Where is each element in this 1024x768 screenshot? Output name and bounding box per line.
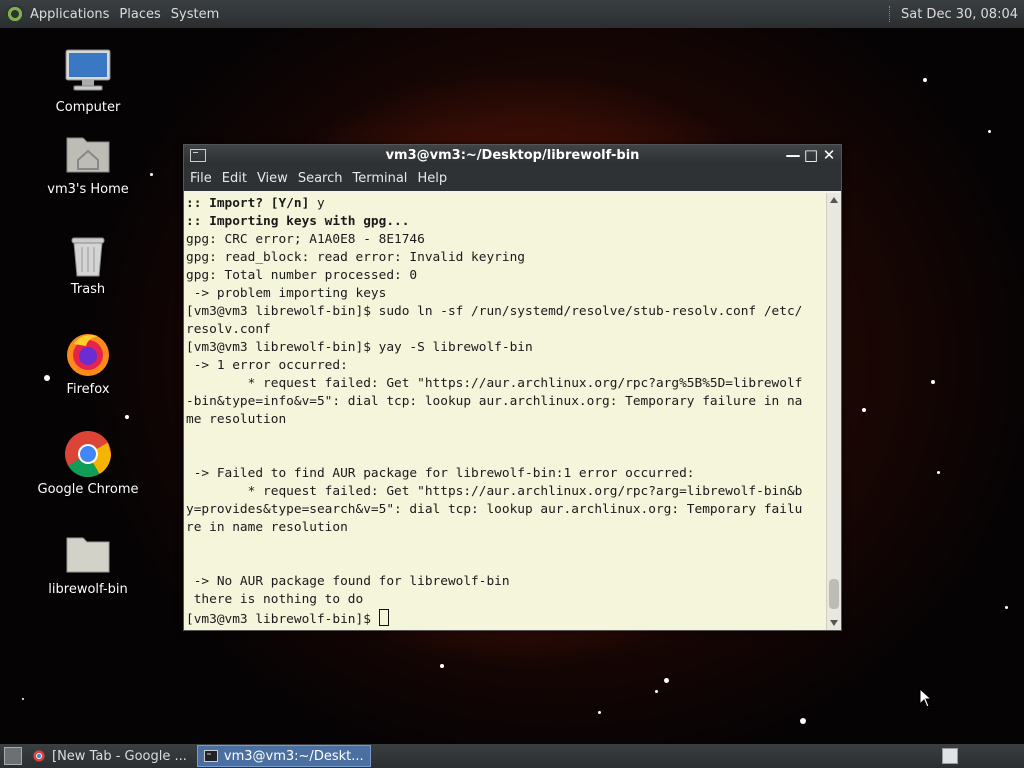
desktop-icon-label: Computer: [55, 100, 121, 115]
menu-terminal[interactable]: Terminal: [347, 171, 412, 186]
terminal-line: gpg: read_block: read error: Invalid key…: [186, 250, 525, 265]
terminal-window[interactable]: vm3@vm3:~/Desktop/librewolf-bin — □ ✕ Fi…: [183, 144, 842, 631]
menu-help[interactable]: Help: [412, 171, 452, 186]
terminal-line: -> Failed to find AUR package for librew…: [186, 466, 695, 481]
star: [150, 173, 153, 176]
menu-file[interactable]: File: [184, 171, 217, 186]
terminal-line: -> No AUR package found for librewolf-bi…: [186, 574, 510, 589]
terminal-line: [vm3@vm3 librewolf-bin]$ yay -S librewol…: [186, 340, 533, 355]
terminal-line: :: Importing keys with gpg...: [186, 214, 410, 229]
mouse-pointer-icon: [919, 688, 933, 708]
desktop-icon-computer[interactable]: Computer: [33, 48, 143, 115]
terminal-icon: [203, 750, 218, 762]
terminal-line: [vm3@vm3 librewolf-bin]$: [186, 609, 389, 627]
terminal-scrollbar[interactable]: [826, 193, 841, 630]
menu-system[interactable]: System: [171, 7, 219, 22]
desktop-icon-chrome[interactable]: Google Chrome: [33, 430, 143, 497]
close-button[interactable]: ✕: [821, 147, 837, 163]
chrome-icon: [64, 430, 112, 478]
desktop-icon-home[interactable]: vm3's Home: [33, 130, 143, 197]
desktop-icon-label: vm3's Home: [47, 182, 129, 197]
terminal-line: :: Import? [Y/n] y: [186, 196, 325, 211]
desktop-icon-librewolf-folder[interactable]: librewolf-bin: [33, 530, 143, 597]
star: [664, 678, 669, 683]
menu-edit[interactable]: Edit: [217, 171, 252, 186]
terminal-line: * request failed: Get "https://aur.archl…: [186, 484, 803, 499]
star: [22, 698, 24, 700]
folder-icon: [64, 530, 112, 578]
distro-logo-icon[interactable]: [6, 5, 24, 23]
minimize-button[interactable]: —: [785, 147, 801, 163]
terminal-line: [vm3@vm3 librewolf-bin]$ sudo ln -sf /ru…: [186, 304, 803, 319]
terminal-line: resolv.conf: [186, 322, 271, 337]
desktop-icon-label: Firefox: [66, 382, 110, 397]
star: [923, 78, 927, 82]
computer-icon: [64, 48, 112, 96]
star: [125, 415, 129, 419]
maximize-button[interactable]: □: [803, 147, 819, 163]
chrome-icon: [33, 750, 45, 762]
star: [931, 380, 935, 384]
taskbar-item-terminal[interactable]: vm3@vm3:~/Deskt...: [196, 745, 371, 767]
desktop-icon-label: Google Chrome: [37, 482, 139, 497]
terminal-cursor: [378, 609, 389, 626]
desktop-icon-trash[interactable]: Trash: [33, 230, 143, 297]
star: [862, 408, 866, 412]
star: [800, 718, 806, 724]
firefox-icon: [64, 330, 112, 378]
desktop-icon-label: librewolf-bin: [48, 582, 128, 597]
panel-grip: [888, 6, 893, 22]
menu-applications[interactable]: Applications: [30, 7, 109, 22]
taskbar-item-label: [New Tab - Google ...: [52, 748, 187, 764]
top-panel: Applications Places System Sat Dec 30, 0…: [0, 0, 1024, 28]
terminal-line: re in name resolution: [186, 520, 348, 535]
workspace-switcher[interactable]: [942, 748, 958, 764]
terminal-text: :: Import? [Y/n] y :: Importing keys wit…: [184, 193, 827, 629]
home-folder-icon: [64, 130, 112, 178]
scroll-down-arrow-icon[interactable]: [830, 620, 838, 626]
terminal-line: -> 1 error occurred:: [186, 358, 348, 373]
star: [988, 130, 991, 133]
star: [937, 471, 940, 474]
terminal-line: gpg: CRC error; A1A0E8 - 8E1746: [186, 232, 425, 247]
terminal-line: gpg: Total number processed: 0: [186, 268, 418, 283]
clock[interactable]: Sat Dec 30, 08:04: [901, 7, 1018, 22]
terminal-line: y=provides&type=search&v=5": dial tcp: l…: [186, 502, 803, 517]
desktop-icon-label: Trash: [70, 282, 106, 297]
desktop-icon-firefox[interactable]: Firefox: [33, 330, 143, 397]
terminal-titlebar[interactable]: vm3@vm3:~/Desktop/librewolf-bin — □ ✕: [184, 145, 841, 165]
terminal-line: me resolution: [186, 412, 287, 427]
star: [598, 711, 601, 714]
trash-icon: [64, 230, 112, 278]
terminal-output[interactable]: :: Import? [Y/n] y :: Importing keys wit…: [184, 193, 827, 630]
window-title: vm3@vm3:~/Desktop/librewolf-bin: [385, 147, 640, 163]
menu-view[interactable]: View: [252, 171, 293, 186]
taskbar-item-chrome[interactable]: [New Tab - Google ...: [26, 745, 193, 767]
menu-search[interactable]: Search: [293, 171, 348, 186]
bottom-panel: [New Tab - Google ... vm3@vm3:~/Deskt...: [0, 744, 1024, 768]
taskbar-item-label: vm3@vm3:~/Deskt...: [223, 748, 364, 764]
terminal-line: there is nothing to do: [186, 592, 364, 607]
star: [1005, 606, 1008, 609]
terminal-line: -> problem importing keys: [186, 286, 387, 301]
scrollbar-thumb[interactable]: [829, 579, 839, 609]
show-desktop-button[interactable]: [4, 747, 22, 765]
scroll-up-arrow-icon[interactable]: [830, 197, 838, 203]
menu-places[interactable]: Places: [119, 7, 160, 22]
terminal-line: * request failed: Get "https://aur.archl…: [186, 376, 803, 391]
star: [440, 664, 444, 668]
terminal-menubar: File Edit View Search Terminal Help: [184, 165, 841, 191]
star: [655, 690, 658, 693]
terminal-line: -bin&type=info&v=5": dial tcp: lookup au…: [186, 394, 803, 409]
